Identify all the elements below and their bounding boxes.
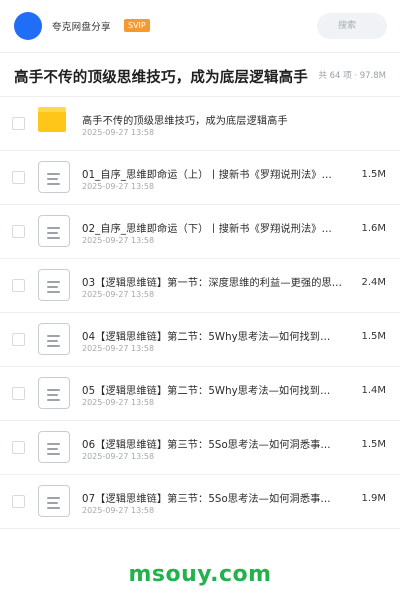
item-summary: 共 64 项 · 97.8M xyxy=(318,71,386,81)
search-input[interactable]: 搜索 xyxy=(317,13,387,39)
file-name: 02_自序_思维即命运（下）丨搜新书《罗翔说刑法》… xyxy=(82,224,332,235)
select-checkbox[interactable] xyxy=(12,387,25,400)
list-item[interactable]: 06【逻辑思维链】第三节：5So思考法—如何洞悉事… 2025-09-27 13:… xyxy=(0,421,400,475)
file-date: 2025-09-27 13:58 xyxy=(82,452,155,461)
header-divider xyxy=(0,52,400,53)
document-icon xyxy=(38,323,70,355)
file-size: 2.4M xyxy=(361,277,386,288)
file-name: 01_自序_思维即命运（上）丨搜新书《罗翔说刑法》… xyxy=(82,170,332,181)
document-icon xyxy=(38,161,70,193)
select-checkbox[interactable] xyxy=(12,495,25,508)
list-item[interactable]: 高手不传的顶级思维技巧，成为底层逻辑高手 2025-09-27 13:58 xyxy=(0,97,400,151)
watermark: msouy.com xyxy=(128,562,272,587)
document-icon xyxy=(38,431,70,463)
file-date: 2025-09-27 13:58 xyxy=(82,344,155,353)
file-date: 2025-09-27 13:58 xyxy=(82,236,155,245)
svip-badge: SVIP xyxy=(124,19,150,32)
file-date: 2025-09-27 13:58 xyxy=(82,398,155,407)
file-size: 1.5M xyxy=(361,169,386,180)
list-item[interactable]: 04【逻辑思维链】第二节：5Why思考法—如何找到… 2025-09-27 13:… xyxy=(0,313,400,367)
file-name: 06【逻辑思维链】第三节：5So思考法—如何洞悉事… xyxy=(82,440,331,451)
file-name: 05【逻辑思维链】第二节：5Why思考法—如何找到… xyxy=(82,386,331,397)
file-name: 07【逻辑思维链】第三节：5So思考法—如何洞悉事… xyxy=(82,494,331,505)
file-date: 2025-09-27 13:58 xyxy=(82,128,155,137)
document-icon xyxy=(38,215,70,247)
list-item[interactable]: 03【逻辑思维链】第一节：深度思维的利益—更强的思… 2025-09-27 13:… xyxy=(0,259,400,313)
select-checkbox[interactable] xyxy=(12,171,25,184)
file-size: 1.4M xyxy=(361,385,386,396)
folder-icon xyxy=(38,107,70,139)
file-size: 1.5M xyxy=(361,331,386,342)
file-date: 2025-09-27 13:58 xyxy=(82,290,155,299)
document-icon xyxy=(38,269,70,301)
document-icon xyxy=(38,485,70,517)
list-item[interactable]: 01_自序_思维即命运（上）丨搜新书《罗翔说刑法》… 2025-09-27 13:… xyxy=(0,151,400,205)
select-checkbox[interactable] xyxy=(12,333,25,346)
file-date: 2025-09-27 13:58 xyxy=(82,506,155,515)
list-item[interactable]: 07【逻辑思维链】第三节：5So思考法—如何洞悉事… 2025-09-27 13:… xyxy=(0,475,400,529)
page-title: 高手不传的顶级思维技巧，成为底层逻辑高手 xyxy=(14,70,308,86)
list-item[interactable]: 05【逻辑思维链】第二节：5Why思考法—如何找到… 2025-09-27 13:… xyxy=(0,367,400,421)
select-checkbox[interactable] xyxy=(12,441,25,454)
app-header: 夸克网盘分享 SVIP 搜索 xyxy=(0,0,400,52)
file-name: 04【逻辑思维链】第二节：5Why思考法—如何找到… xyxy=(82,332,331,343)
row-divider xyxy=(0,528,400,529)
file-size: 1.9M xyxy=(361,493,386,504)
select-checkbox[interactable] xyxy=(12,225,25,238)
select-checkbox[interactable] xyxy=(12,279,25,292)
avatar[interactable] xyxy=(14,12,42,40)
list-item[interactable]: 02_自序_思维即命运（下）丨搜新书《罗翔说刑法》… 2025-09-27 13:… xyxy=(0,205,400,259)
file-name: 03【逻辑思维链】第一节：深度思维的利益—更强的思… xyxy=(82,278,343,289)
brand-name: 夸克网盘分享 xyxy=(52,22,111,33)
document-icon xyxy=(38,377,70,409)
file-size: 1.6M xyxy=(361,223,386,234)
file-size: 1.5M xyxy=(361,439,386,450)
file-date: 2025-09-27 13:58 xyxy=(82,182,155,191)
file-name: 高手不传的顶级思维技巧，成为底层逻辑高手 xyxy=(82,116,288,127)
select-checkbox[interactable] xyxy=(12,117,25,130)
